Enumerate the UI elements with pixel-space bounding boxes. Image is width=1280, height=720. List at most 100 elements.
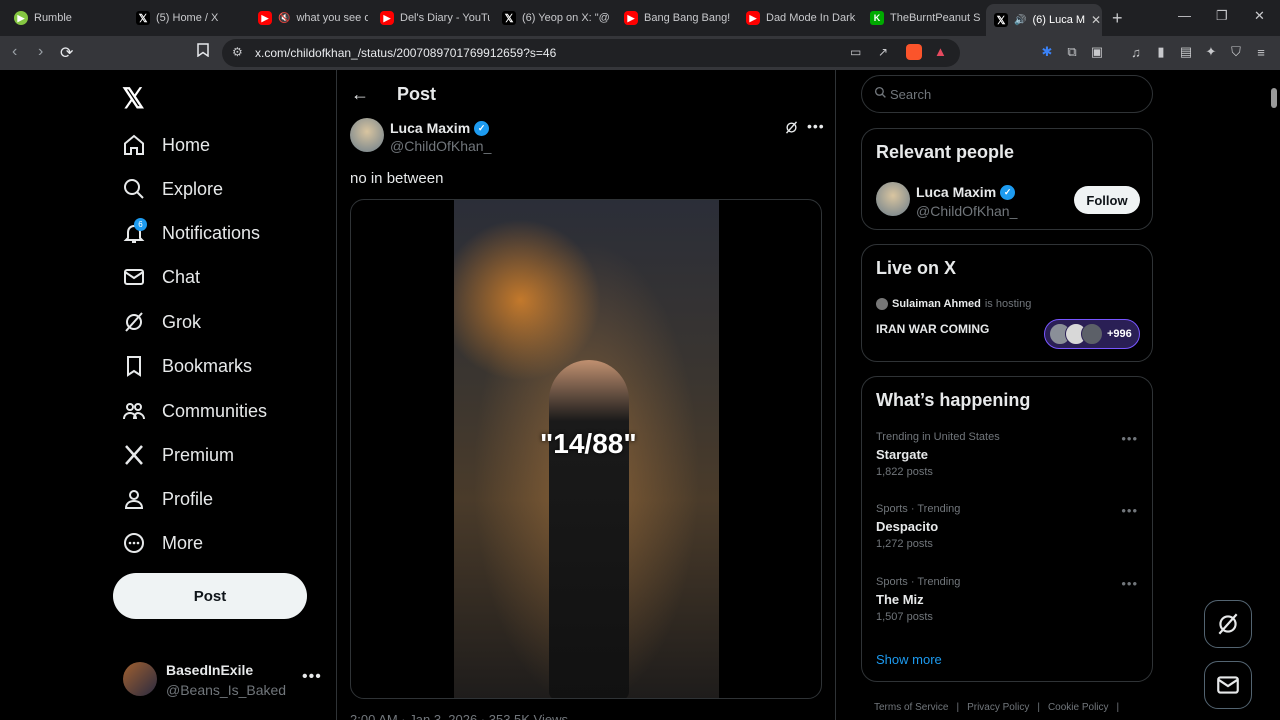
trend-item[interactable]: Sports · Trending The Miz 1,507 posts ••… — [876, 576, 1146, 636]
tab-title: Del's Diary - YouTu — [400, 12, 490, 24]
muted-speaker-icon[interactable]: 🔇 — [278, 13, 290, 24]
brave-shield-icon[interactable] — [906, 44, 922, 60]
media-control-icon[interactable]: ♫ — [1128, 44, 1144, 60]
cast-icon[interactable]: ▭ — [850, 45, 861, 59]
notification-badge: 6 — [134, 218, 147, 231]
tab-youtube-1[interactable]: ▶ 🔇 what you see o — [250, 5, 368, 31]
author-name[interactable]: Luca Maxim ✓ — [390, 120, 490, 136]
tab-x-yeop[interactable]: 𝕏 (6) Yeop on X: "@ — [494, 5, 612, 31]
x-logo-icon[interactable]: 𝕏 — [122, 82, 145, 115]
trend-meta: Sports · Trending — [876, 503, 961, 515]
search-icon — [874, 86, 887, 102]
tab-youtube-2[interactable]: ▶ Del's Diary - YouTu — [372, 5, 490, 31]
address-bar[interactable]: ⚙ x.com/childofkhan_/status/200708970176… — [222, 39, 960, 67]
menu-icon[interactable]: ≡ — [1253, 44, 1269, 60]
nav-chat[interactable]: Chat — [122, 257, 200, 297]
privacy-link[interactable]: Privacy Policy — [967, 702, 1029, 713]
scrollbar-thumb[interactable] — [1271, 88, 1277, 108]
nav-profile[interactable]: Profile — [122, 479, 213, 519]
nav-label: Chat — [162, 266, 201, 287]
nav-label: Premium — [162, 444, 235, 465]
site-settings-icon[interactable]: ⚙ — [232, 45, 243, 59]
back-icon[interactable]: ‹ — [12, 43, 17, 61]
trend-more-icon[interactable]: ••• — [1121, 503, 1138, 518]
more-dots-icon[interactable]: ••• — [302, 668, 322, 686]
vpn-shield-icon[interactable]: ⛉ — [1228, 44, 1244, 60]
avatar[interactable] — [876, 182, 910, 216]
extensions-icon[interactable]: ⧉ — [1064, 44, 1080, 60]
new-tab-icon[interactable]: + — [1112, 8, 1123, 29]
nav-grok[interactable]: Grok — [122, 302, 201, 342]
nav-label: Bookmarks — [162, 355, 253, 376]
post-button[interactable]: Post — [113, 573, 307, 619]
follow-button[interactable]: Follow — [1074, 186, 1140, 214]
tab-burntpeanut[interactable]: K TheBurntPeanut Sl — [862, 5, 980, 31]
trend-more-icon[interactable]: ••• — [1121, 576, 1138, 591]
leo-ai-icon[interactable]: ✦ — [1203, 44, 1219, 60]
tab-rumble[interactable]: ▶ Rumble — [6, 5, 124, 31]
nav-more[interactable]: More — [122, 523, 203, 563]
sidebar-toggle-icon[interactable]: ▮ — [1153, 44, 1169, 60]
close-tab-icon[interactable]: ✕ — [1091, 13, 1101, 27]
communities-icon — [123, 403, 145, 420]
restore-icon[interactable]: ❐ — [1216, 8, 1228, 24]
grok-explain-icon[interactable] — [784, 120, 799, 139]
tab-title: (6) Luca M — [1032, 14, 1086, 26]
page-scrollbar[interactable] — [1268, 70, 1280, 720]
back-arrow-icon[interactable]: ← — [351, 84, 369, 105]
nav-premium[interactable]: Premium — [122, 435, 234, 475]
nav-explore[interactable]: Explore — [122, 169, 223, 209]
whats-happening-card: What’s happening Trending in United Stat… — [861, 376, 1153, 682]
more-circle-icon — [124, 533, 144, 553]
post-more-icon[interactable]: ••• — [807, 118, 825, 134]
window-close-icon[interactable]: ✕ — [1254, 8, 1265, 24]
trend-item[interactable]: Trending in United States Stargate 1,822… — [876, 431, 1146, 491]
search-input[interactable]: Search — [861, 75, 1153, 113]
post-media[interactable]: "14/88" — [350, 199, 822, 699]
media-caption: "14/88" — [540, 428, 637, 459]
nav-notifications[interactable]: 6 Notifications — [122, 213, 260, 253]
tab-luca-active[interactable]: 𝕏 🔊 (6) Luca M ✕ — [986, 4, 1102, 36]
show-more-link[interactable]: Show more — [876, 652, 942, 667]
share-icon[interactable]: ↗ — [878, 45, 888, 59]
minimize-icon[interactable]: — — [1178, 8, 1191, 23]
wallet-icon[interactable]: ▤ — [1178, 44, 1194, 60]
rumble-favicon-icon: ▶ — [14, 11, 28, 25]
grok-icon — [1218, 613, 1238, 635]
nav-communities[interactable]: Communities — [122, 391, 267, 431]
trend-item[interactable]: Sports · Trending Despacito 1,272 posts … — [876, 503, 1146, 563]
reload-icon[interactable]: ⟳ — [60, 43, 73, 63]
forward-icon[interactable]: › — [38, 43, 43, 61]
tab-x-home[interactable]: 𝕏 (5) Home / X — [128, 5, 246, 31]
author-handle[interactable]: @ChildOfKhan_ — [390, 138, 491, 154]
terms-link[interactable]: Terms of Service — [874, 702, 948, 713]
card-title: Live on X — [876, 258, 957, 278]
post-text: no in between — [350, 170, 444, 187]
host-name: Sulaiman Ahmed — [892, 298, 981, 310]
trend-meta: Sports · Trending — [876, 576, 961, 588]
speaker-icon[interactable]: 🔊 — [1014, 15, 1026, 26]
trend-more-icon[interactable]: ••• — [1121, 431, 1138, 446]
tab-title: Rumble — [34, 12, 72, 24]
bookmark-page-icon[interactable] — [197, 43, 209, 60]
brave-rewards-icon[interactable]: ▲ — [934, 44, 947, 59]
space-title[interactable]: IRAN WAR COMING — [876, 322, 989, 336]
nav-home[interactable]: Home — [122, 125, 210, 165]
space-listeners-pill[interactable]: +996 — [1044, 319, 1140, 349]
cookie-link[interactable]: Cookie Policy — [1048, 702, 1109, 713]
relevant-person-handle[interactable]: @ChildOfKhan_ — [916, 203, 1017, 219]
screenshot-icon[interactable]: ▣ — [1089, 44, 1105, 60]
avatar — [123, 662, 157, 696]
browser-tab-strip: ▶ Rumble 𝕏 (5) Home / X ▶ 🔇 what you see… — [0, 0, 1280, 36]
messages-fab-button[interactable] — [1204, 661, 1252, 709]
tab-title: Dad Mode In Dark — [766, 12, 856, 24]
author-avatar[interactable] — [350, 118, 384, 152]
extension-vpn-icon[interactable]: ✱ — [1039, 44, 1055, 60]
nav-bookmarks[interactable]: Bookmarks — [122, 346, 252, 386]
account-switcher[interactable]: BasedInExile @Beans_Is_Baked ••• — [122, 660, 322, 700]
live-host[interactable]: Sulaiman Ahmed is hosting — [876, 298, 1031, 310]
relevant-person-name[interactable]: Luca Maxim ✓ — [916, 184, 1016, 200]
grok-fab-button[interactable] — [1204, 600, 1252, 648]
tab-youtube-4[interactable]: ▶ Dad Mode In Dark — [738, 5, 856, 31]
tab-youtube-3[interactable]: ▶ Bang Bang Bang! — [616, 5, 734, 31]
